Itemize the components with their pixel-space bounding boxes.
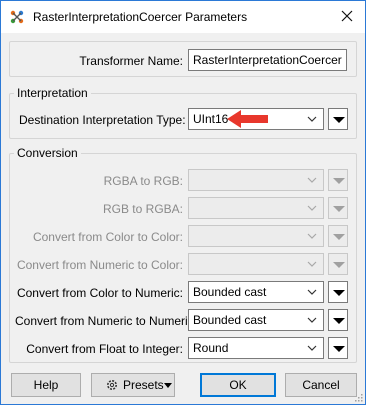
transformer-name-label: Transformer Name: (79, 54, 183, 68)
title-bar[interactable]: RasterInterpretationCoercer Parameters (1, 1, 365, 33)
destination-interpretation-value: UInt16 (193, 112, 229, 126)
rgba-to-rgb-select[interactable] (188, 169, 324, 191)
chevron-down-icon (307, 116, 317, 122)
chevron-down-icon (307, 177, 317, 183)
numeric-to-color-menu-button[interactable] (328, 253, 348, 275)
float-to-integer-menu-button[interactable] (328, 337, 348, 359)
resize-grip-icon[interactable] (353, 392, 363, 402)
presets-button[interactable]: Presets (91, 373, 175, 397)
destination-interpretation-label: Destination Interpretation Type: (19, 113, 186, 127)
triangle-down-icon (333, 290, 345, 296)
chevron-down-icon (307, 345, 317, 351)
rgb-to-rgba-menu-button[interactable] (328, 197, 348, 219)
window-title: RasterInterpretationCoercer Parameters (33, 10, 248, 24)
color-to-numeric-select[interactable]: Bounded cast (188, 281, 324, 303)
triangle-down-icon (333, 117, 345, 123)
float-to-integer-select[interactable]: Round (188, 337, 324, 359)
color-to-color-menu-button[interactable] (328, 225, 348, 247)
cancel-button[interactable]: Cancel (285, 373, 357, 397)
float-to-integer-value: Round (193, 341, 229, 355)
triangle-down-icon (333, 318, 345, 324)
ok-button[interactable]: OK (200, 373, 276, 397)
destination-interpretation-menu-button[interactable] (328, 108, 348, 130)
help-button[interactable]: Help (11, 373, 81, 397)
chevron-down-icon (307, 205, 317, 211)
conversion-group-title: Conversion (14, 146, 81, 160)
numeric-to-numeric-menu-button[interactable] (328, 309, 348, 331)
triangle-down-icon (333, 234, 345, 240)
triangle-down-icon (333, 262, 345, 268)
chevron-down-icon (307, 233, 317, 239)
color-to-color-select[interactable] (188, 225, 324, 247)
red-arrow-annotation (227, 110, 268, 128)
rgb-to-rgba-select[interactable] (188, 197, 324, 219)
triangle-down-icon (333, 178, 345, 184)
chevron-down-icon (307, 289, 317, 295)
triangle-down-icon (333, 346, 345, 352)
numeric-to-numeric-value: Bounded cast (193, 313, 267, 327)
rgba-to-rgb-menu-button[interactable] (328, 169, 348, 191)
triangle-down-icon (333, 206, 345, 212)
transformer-name-input[interactable]: RasterInterpretationCoercer (188, 49, 347, 71)
numeric-to-numeric-label: Convert from Numeric to Numeric: (15, 314, 198, 328)
close-button[interactable] (329, 1, 365, 31)
numeric-to-color-select[interactable] (188, 253, 324, 275)
triangle-down-icon (164, 383, 172, 388)
dialog-window: RasterInterpretationCoercer Parameters T… (0, 0, 366, 405)
close-icon (341, 10, 353, 22)
gear-icon (107, 380, 117, 390)
numeric-to-color-label: Convert from Numeric to Color: (16, 258, 183, 272)
chevron-down-icon (307, 317, 317, 323)
color-to-color-label: Convert from Color to Color: (32, 230, 183, 244)
color-to-numeric-menu-button[interactable] (328, 281, 348, 303)
float-to-integer-label: Convert from Float to Integer: (26, 342, 183, 356)
presets-label: Presets (123, 378, 164, 392)
rgba-to-rgb-label: RGBA to RGB: (103, 174, 183, 188)
color-to-numeric-value: Bounded cast (193, 285, 267, 299)
rgb-to-rgba-label: RGB to RGBA: (102, 202, 183, 216)
interpretation-group-title: Interpretation (14, 86, 91, 100)
numeric-to-numeric-select[interactable]: Bounded cast (188, 309, 324, 331)
color-to-numeric-label: Convert from Color to Numeric: (16, 286, 183, 300)
chevron-down-icon (307, 261, 317, 267)
fme-transformer-icon (10, 10, 24, 24)
